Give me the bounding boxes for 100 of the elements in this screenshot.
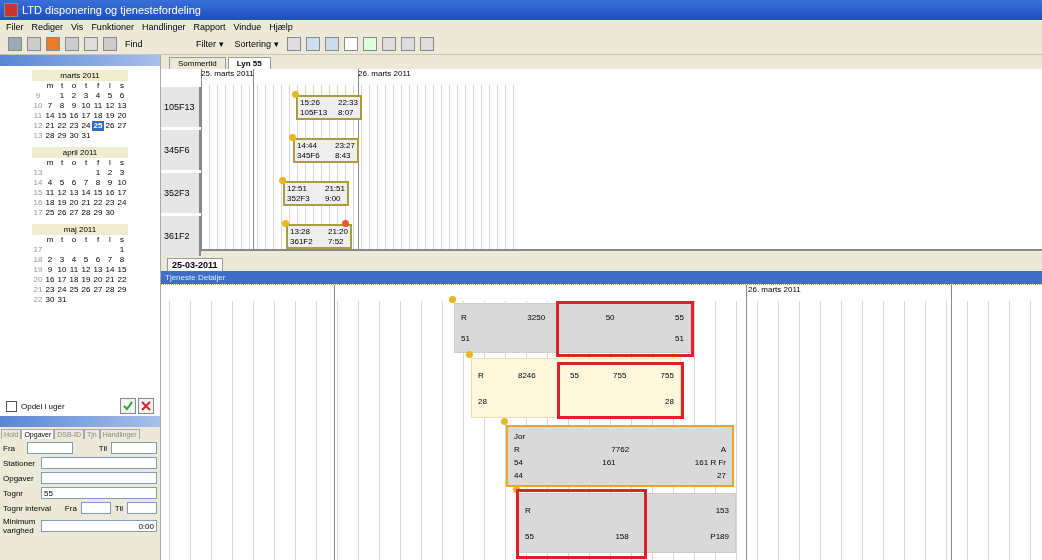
calendar-day[interactable]: 25 <box>92 121 104 131</box>
calendar-day[interactable]: 5 <box>80 255 92 265</box>
calendar-day[interactable]: 10 <box>80 101 92 111</box>
input-field[interactable] <box>80 502 111 514</box>
calendar-day[interactable]: 11 <box>44 188 56 198</box>
calendar-day[interactable]: 12 <box>104 101 116 111</box>
calendar-day[interactable]: 21 <box>80 198 92 208</box>
tab[interactable]: Lyn 55 <box>227 57 271 69</box>
calendar-day[interactable]: 28 <box>44 131 56 141</box>
toolbar-icon[interactable] <box>381 37 396 51</box>
input-field[interactable] <box>27 442 73 454</box>
shift-block[interactable]: 12:51 21:51 352F3 9:00 <box>283 181 349 206</box>
calendar-day[interactable]: 22 <box>56 121 68 131</box>
calendar-day[interactable]: 12 <box>56 188 68 198</box>
calendar-day[interactable]: 19 <box>56 198 68 208</box>
calendar-day[interactable]: 4 <box>68 255 80 265</box>
calendar-day[interactable]: 9 <box>68 101 80 111</box>
shift-block[interactable]: 14:44 23:27 345F6 8:43 <box>293 138 359 163</box>
duty-block[interactable]: R 153 55 158 P189 <box>518 493 736 553</box>
calendar-day[interactable]: 30 <box>68 131 80 141</box>
calendar-day[interactable]: 25 <box>44 208 56 218</box>
input-field[interactable] <box>111 442 157 454</box>
shift-block[interactable]: 15:26 22:33 105F13 8:07 <box>296 95 362 120</box>
calendar-day[interactable]: 13 <box>92 265 104 275</box>
menu-item[interactable]: Funktioner <box>91 22 134 32</box>
input-field[interactable]: 0:00 <box>41 520 157 532</box>
calendar-day[interactable]: 4 <box>44 178 56 188</box>
calendar-day[interactable]: 16 <box>104 188 116 198</box>
calendar-day[interactable]: 28 <box>104 285 116 295</box>
calendar-day[interactable]: 22 <box>116 275 128 285</box>
calendar-day[interactable]: 24 <box>56 285 68 295</box>
calendar-day[interactable]: 18 <box>44 198 56 208</box>
calendar-day[interactable]: 6 <box>92 255 104 265</box>
toolbar-icon[interactable] <box>27 37 41 51</box>
menu-item[interactable]: Handlinger <box>141 22 186 32</box>
calendar-day[interactable]: 26 <box>104 121 116 131</box>
menu-item[interactable]: Vis <box>71 22 84 32</box>
calendar-day[interactable]: 10 <box>56 265 68 275</box>
calendar-day[interactable]: 21 <box>44 121 56 131</box>
date-tab[interactable]: 25-03-2011 <box>167 258 223 271</box>
calendar-day[interactable]: 31 <box>80 131 92 141</box>
calendar-day[interactable]: 26 <box>56 208 68 218</box>
calendar-day[interactable]: 5 <box>104 91 116 101</box>
calendar-day[interactable]: 20 <box>92 275 104 285</box>
calendar-day[interactable]: 25 <box>68 285 80 295</box>
toolbar-icon[interactable] <box>362 37 377 51</box>
calendar-day[interactable]: 2 <box>68 91 80 101</box>
duty-block[interactable]: R 8246 55 755 755 28 28 <box>471 358 681 418</box>
calendar-day[interactable]: 12 <box>80 265 92 275</box>
calendar-day[interactable]: 1 <box>92 168 104 178</box>
calendar-day[interactable]: 8 <box>92 178 104 188</box>
toolbar-icon[interactable] <box>419 37 434 51</box>
calendar-day[interactable]: 15 <box>116 265 128 275</box>
calendar-day[interactable]: 30 <box>44 295 56 305</box>
calendar-day[interactable]: 3 <box>80 91 92 101</box>
calendar-day[interactable]: 19 <box>104 111 116 121</box>
calendar-day[interactable]: 1 <box>56 91 68 101</box>
find-button[interactable]: Find <box>122 38 188 50</box>
calendar-day[interactable]: 14 <box>44 111 56 121</box>
calendar-day[interactable]: 7 <box>104 255 116 265</box>
calendar-day[interactable]: 10 <box>116 178 128 188</box>
calendar-day[interactable]: 6 <box>68 178 80 188</box>
toolbar-icon[interactable] <box>400 37 415 51</box>
calendar-day[interactable]: 14 <box>104 265 116 275</box>
toolbar-icon[interactable] <box>286 37 301 51</box>
calendar-day[interactable]: 29 <box>56 131 68 141</box>
calendar-day[interactable]: 8 <box>116 255 128 265</box>
calendar-day[interactable]: 9 <box>104 178 116 188</box>
calendar-day[interactable]: 20 <box>116 111 128 121</box>
input-field[interactable]: 55 <box>41 487 157 499</box>
menu-item[interactable]: Filer <box>6 22 24 32</box>
input-field[interactable] <box>41 472 157 484</box>
calendar-day[interactable]: 3 <box>116 168 128 178</box>
checkbox[interactable] <box>6 400 17 412</box>
calendar-day[interactable]: 7 <box>44 101 56 111</box>
calendar-day[interactable]: 29 <box>116 285 128 295</box>
calendar-day[interactable]: 20 <box>68 198 80 208</box>
menu-item[interactable]: Hjælp <box>269 22 293 32</box>
calendar-day[interactable]: 8 <box>56 101 68 111</box>
calendar-day[interactable]: 29 <box>92 208 104 218</box>
calendar-day[interactable]: 31 <box>56 295 68 305</box>
confirm-button[interactable] <box>120 398 136 414</box>
calendar-day[interactable]: 4 <box>92 91 104 101</box>
toolbar-icon[interactable] <box>84 37 98 51</box>
calendar-day[interactable]: 30 <box>104 208 116 218</box>
tab[interactable]: Sommertid <box>169 57 226 69</box>
calendar-day[interactable]: 16 <box>68 111 80 121</box>
toolbar-icon[interactable] <box>8 37 22 51</box>
sort-button[interactable]: Sortering ▾ <box>231 38 282 50</box>
input-field[interactable] <box>127 502 157 514</box>
calendar-day[interactable]: 7 <box>80 178 92 188</box>
calendar-day[interactable]: 13 <box>116 101 128 111</box>
calendar-day[interactable]: 11 <box>68 265 80 275</box>
duty-block[interactable]: R 3250 50 55 51 51 <box>454 303 691 353</box>
calendar-day[interactable]: 24 <box>80 121 92 131</box>
calendar-day[interactable]: 17 <box>80 111 92 121</box>
calendar-day[interactable]: 18 <box>92 111 104 121</box>
calendar-day[interactable]: 22 <box>92 198 104 208</box>
calendar-day[interactable]: 14 <box>80 188 92 198</box>
calendar-day[interactable]: 27 <box>92 285 104 295</box>
